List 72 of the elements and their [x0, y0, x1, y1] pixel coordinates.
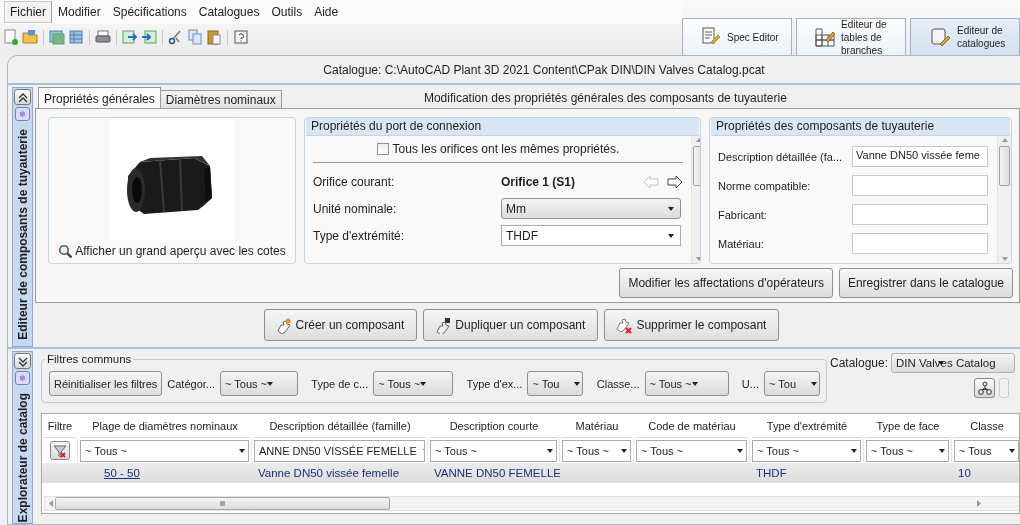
field-label: Matériau:: [718, 237, 765, 250]
field-label: Norme compatible:: [718, 179, 812, 192]
reset-filters-button[interactable]: Réinitialiser les filtres: [49, 371, 163, 396]
menu-item[interactable]: Outils: [265, 1, 309, 23]
range-link[interactable]: 50 - 50: [104, 467, 140, 479]
column-header[interactable]: Description détaillée (famille): [254, 414, 426, 438]
table-cell-text: VANNE DN50 FEMELLE: [433, 466, 560, 481]
menu-item[interactable]: Fichier: [4, 1, 52, 23]
card-title: Propriétés du port de connexion: [306, 118, 699, 136]
column-filter-dropdown[interactable]: ~ Tous ~: [866, 439, 949, 462]
field-label: Description détaillée (fa...: [718, 150, 844, 163]
catalog-label: Catalogue:: [830, 356, 889, 370]
field-label: Type d'extrémité:: [313, 228, 405, 243]
menu-item[interactable]: Catalogues: [192, 1, 266, 23]
column-header[interactable]: Code de matériau: [636, 414, 748, 438]
input-field[interactable]: Vanne DN50 vissée feme: [852, 146, 988, 167]
filter-label: Type d'ex...: [466, 377, 523, 390]
filter-dropdown[interactable]: ~ Tous ~: [220, 371, 298, 396]
filter-dropdown[interactable]: ~ Tou: [527, 371, 584, 396]
filter-label: Type de c...: [311, 377, 369, 390]
catalog-dropdown[interactable]: DIN Valves Catalog: [891, 353, 1016, 373]
filter-label: Catégor...: [167, 377, 215, 390]
filter-dropdown[interactable]: ~ Tous ~: [644, 371, 729, 396]
filter-label: Classe...: [596, 377, 640, 390]
mode-tab[interactable]: Spec Editor: [682, 18, 792, 55]
preview-link[interactable]: Afficher un grand aperçu avec les cotes: [58, 244, 286, 258]
menu-item[interactable]: Spécifications: [106, 1, 193, 23]
mode-tab[interactable]: Editeur de tables de branches: [796, 18, 906, 55]
group-title: Filtres communs: [46, 353, 133, 365]
column-header[interactable]: Type d'extrémité: [752, 414, 862, 438]
column-filter-dropdown[interactable]: ~ Tous ~: [430, 439, 557, 462]
column-header[interactable]: Filtre: [44, 414, 76, 438]
side-panel-title: Explorateur de catalog: [15, 393, 30, 523]
table-cell-text: 10: [957, 466, 972, 481]
column-filter-dropdown[interactable]: ~ Tous ~: [80, 439, 249, 462]
card-title: Propriétés des composants de tuyauterie: [711, 118, 1010, 136]
column-filter-dropdown[interactable]: ~ Tous: [954, 439, 1019, 462]
catalog-path: Catalogue: C:\AutoCAD Plant 3D 2021 Content\CPak DIN\DIN Valves Catalog.pcat: [8, 56, 1020, 85]
filter-dropdown[interactable]: ~ Tous ~: [373, 371, 454, 396]
tab[interactable]: Propriétés générales: [38, 87, 161, 108]
side-panel-title: Editeur de composants de tuyauterie: [15, 129, 30, 340]
tab[interactable]: Diamètres nominaux: [159, 90, 282, 108]
column-header[interactable]: Plage de diamètres nominaux: [80, 414, 250, 438]
filter-dropdown[interactable]: ~ Tou: [764, 371, 820, 396]
field-label: Unité nominale:: [313, 201, 398, 216]
mode-tab[interactable]: Editeur de catalogues: [910, 18, 1020, 55]
field-value: Orifice 1 (S1): [501, 174, 577, 189]
column-header[interactable]: Matériau: [562, 414, 632, 438]
table-cell-text: THDF: [755, 466, 788, 481]
column-header[interactable]: Type de face: [866, 414, 950, 438]
checkbox-label: Tous les orifices ont les mêmes propriétés.: [392, 142, 620, 156]
menu-item[interactable]: Modifier: [52, 1, 107, 23]
action-button[interactable]: Enregistrer dans le catalogue: [838, 268, 1013, 298]
section-heading: Modification des propriétés générales des composants de tuyauterie: [422, 90, 788, 105]
menu-item[interactable]: Aide: [308, 1, 345, 23]
action-button[interactable]: Supprimer le composant: [604, 309, 780, 342]
action-button[interactable]: Créer un composant: [263, 309, 418, 342]
column-filter-dropdown[interactable]: ~ Tous ~: [636, 439, 747, 462]
action-button[interactable]: Dupliquer un composant: [423, 309, 599, 342]
column-header[interactable]: Classe: [954, 414, 1019, 438]
filter-label: U...: [741, 377, 759, 390]
column-header[interactable]: Description courte: [430, 414, 558, 438]
column-filter-dropdown[interactable]: ~ Tous ~: [752, 439, 861, 462]
dropdown[interactable]: THDF: [501, 225, 681, 246]
field-label: Orifice courant:: [313, 174, 396, 189]
table-cell-text: Vanne DN50 vissée femelle: [257, 466, 401, 481]
action-button[interactable]: Modifier les affectations d'opérateurs: [619, 268, 833, 298]
dropdown[interactable]: Mm: [501, 198, 681, 219]
column-filter-dropdown[interactable]: ~ Tous ~: [562, 439, 631, 462]
column-filter-dropdown[interactable]: ANNE DN50 VISSÉE FEMELLE: [254, 439, 425, 462]
field-label: Fabricant:: [718, 208, 768, 221]
table-row[interactable]: 50 - 50 Vanne DN50 vissée femelle VANNE DN50 FEMELLE THDF 10: [42, 463, 1019, 483]
